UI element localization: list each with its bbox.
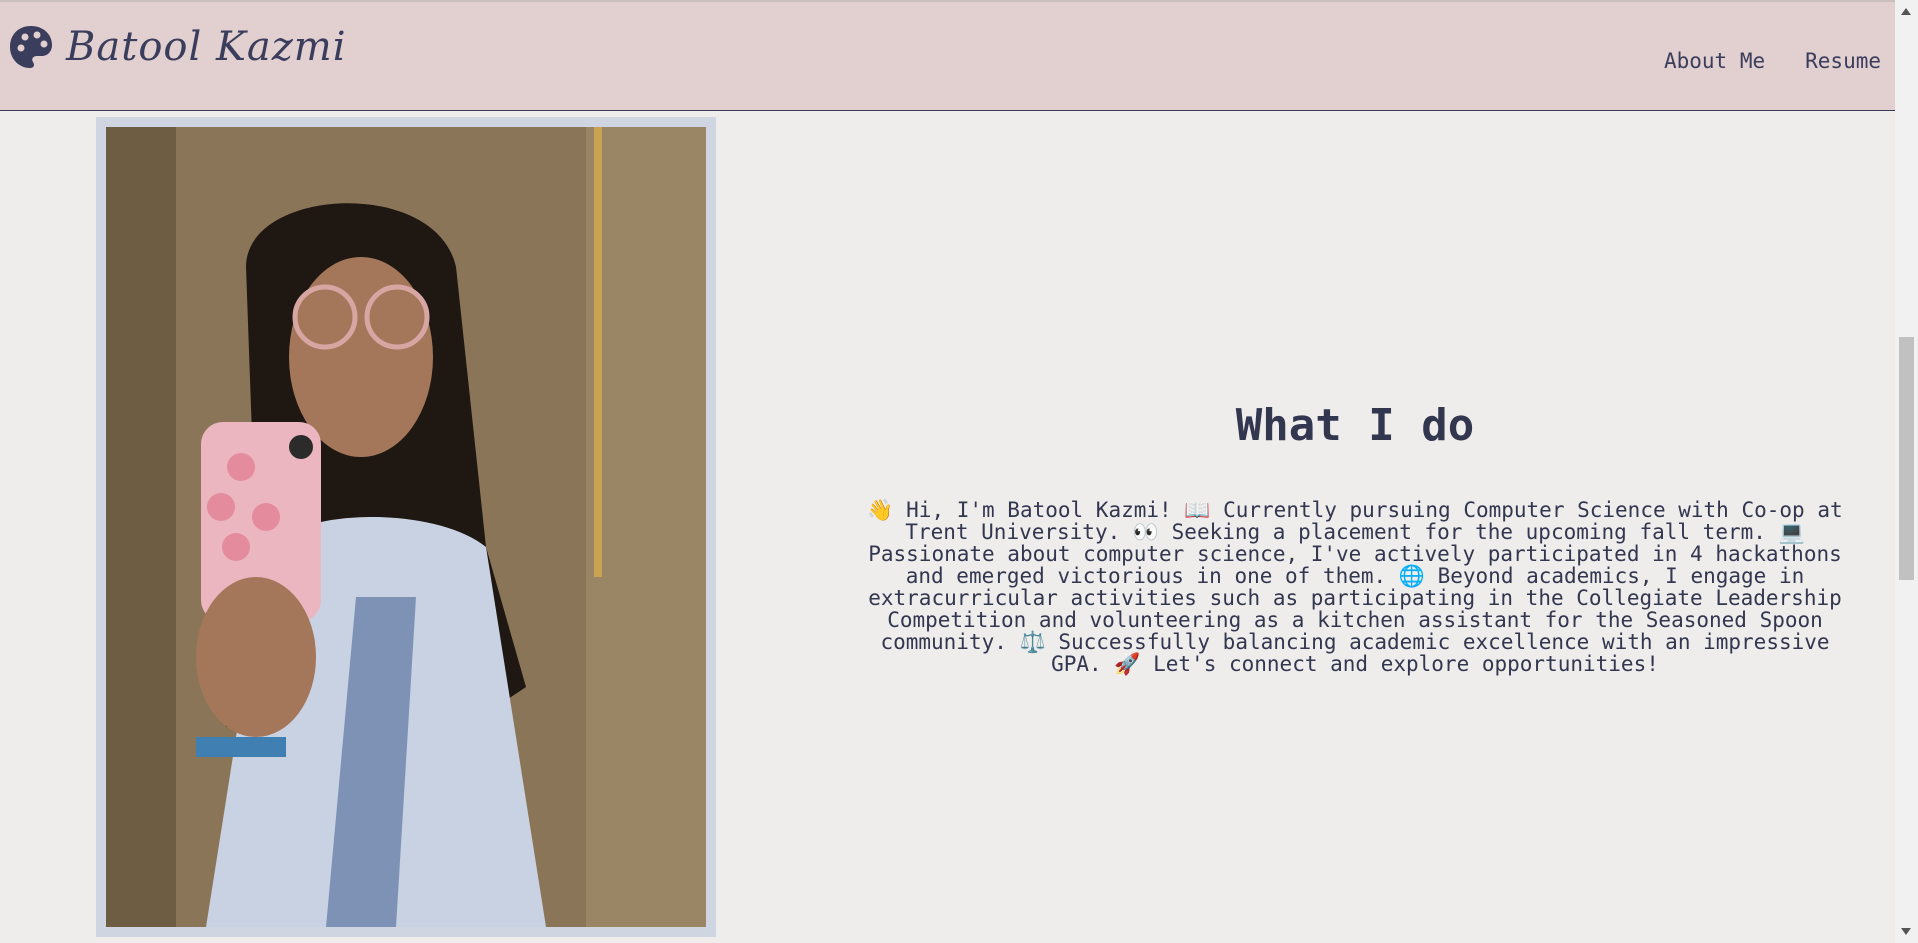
scroll-down-arrow-icon[interactable] bbox=[1901, 928, 1911, 935]
brand[interactable]: Batool Kazmi bbox=[8, 24, 347, 70]
about-section: What I do 👋 Hi, I'm Batool Kazmi! 📖 Curr… bbox=[845, 400, 1865, 675]
scroll-up-arrow-icon[interactable] bbox=[1901, 8, 1911, 15]
brand-name: Batool Kazmi bbox=[66, 24, 347, 70]
navbar: Batool Kazmi About Me Resume bbox=[0, 0, 1895, 111]
nav-link-resume[interactable]: Resume bbox=[1805, 49, 1881, 73]
scroll-thumb[interactable] bbox=[1899, 337, 1914, 580]
photo-frame bbox=[96, 117, 716, 937]
nav-links: About Me Resume bbox=[1664, 49, 1881, 73]
portrait-photo bbox=[106, 127, 706, 927]
section-title: What I do bbox=[1235, 400, 1475, 451]
scrollbar[interactable] bbox=[1895, 0, 1918, 943]
bio-text: 👋 Hi, I'm Batool Kazmi! 📖 Currently purs… bbox=[867, 498, 1843, 676]
nav-link-about-me[interactable]: About Me bbox=[1664, 49, 1765, 73]
palette-icon bbox=[10, 26, 52, 68]
